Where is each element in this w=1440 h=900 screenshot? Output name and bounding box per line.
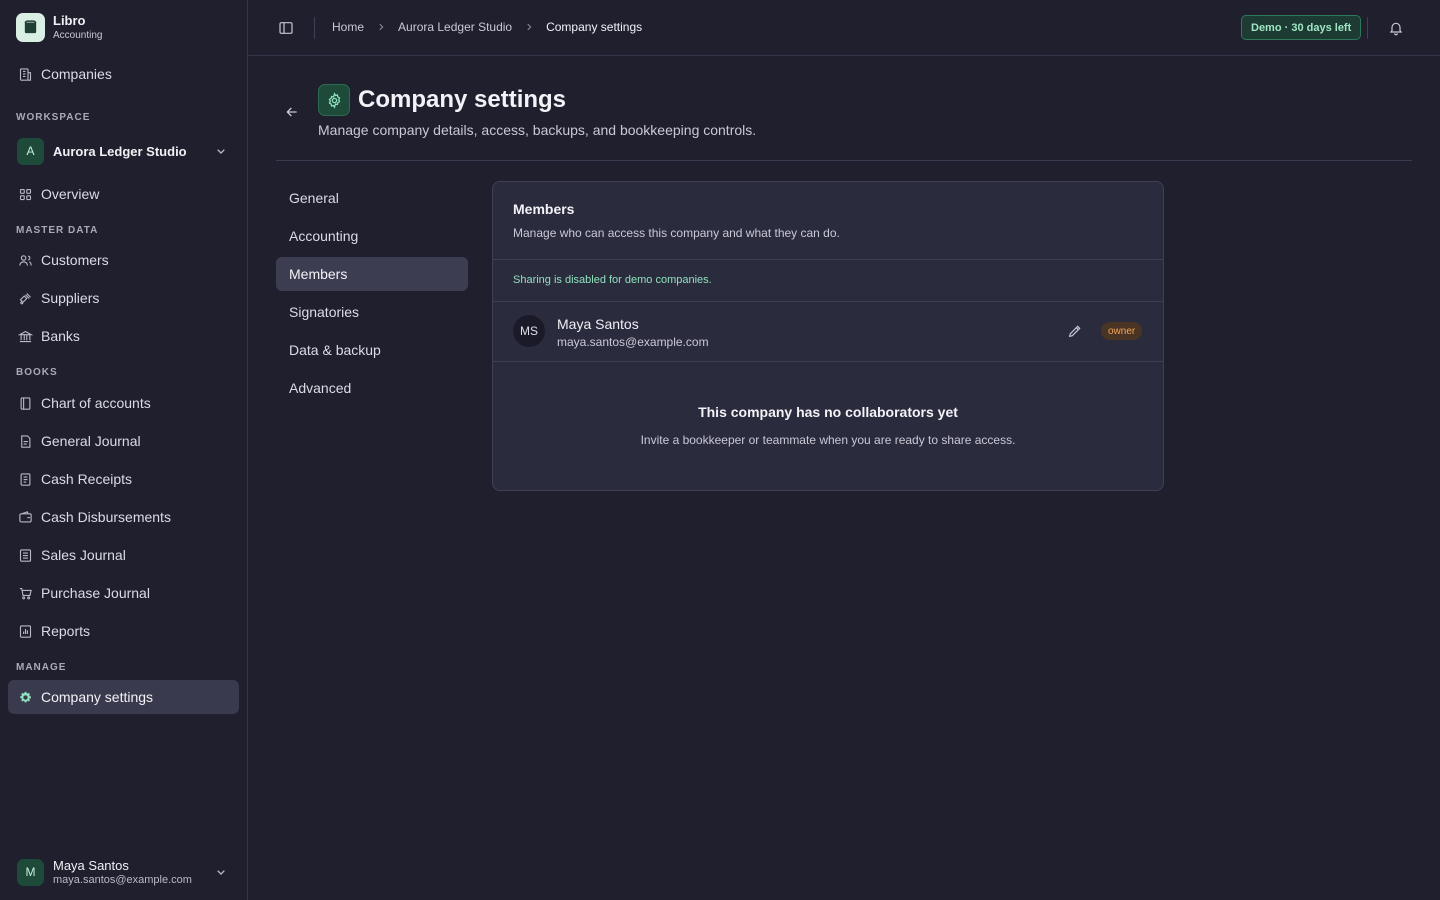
workspace-avatar: A (17, 137, 44, 165)
chevron-right-icon (524, 22, 534, 32)
brand[interactable]: Libro Accounting (16, 13, 102, 42)
chevron-down-icon (213, 143, 229, 159)
divider (1367, 17, 1368, 39)
sidebar-item-general-journal[interactable]: General Journal (8, 424, 239, 458)
sidebar-item-companies[interactable]: Companies (8, 57, 239, 91)
divider (276, 160, 1412, 161)
sidebar-item-customers[interactable]: Customers (8, 243, 239, 277)
truck-icon (17, 290, 33, 306)
sidebar: Libro Accounting Companies WORKSPACE A A… (0, 0, 248, 900)
sharing-notice: Sharing is disabled for demo companies. (493, 260, 1163, 302)
empty-state-title: This company has no collaborators yet (698, 404, 958, 420)
sidebar-item-company-settings[interactable]: Company settings (8, 680, 239, 714)
settings-tab-members[interactable]: Members (276, 257, 468, 291)
divider (314, 17, 315, 39)
demo-badge[interactable]: Demo · 30 days left (1241, 15, 1362, 40)
settings-tab-data-backup[interactable]: Data & backup (276, 333, 468, 367)
gear-icon (17, 689, 33, 705)
sidebar-item-label: Cash Receipts (41, 471, 133, 487)
list-icon (17, 547, 33, 563)
settings-tab-general[interactable]: General (276, 181, 468, 215)
sidebar-item-label: Overview (41, 186, 100, 202)
journal-icon (17, 433, 33, 449)
pencil-icon[interactable] (1067, 323, 1083, 339)
member-avatar: MS (513, 315, 545, 347)
card-description: Manage who can access this company and w… (513, 226, 840, 240)
wallet-icon (17, 509, 33, 525)
breadcrumb-home[interactable]: Home (332, 20, 364, 34)
sidebar-item-banks[interactable]: Banks (8, 319, 239, 353)
section-label-books: BOOKS (16, 367, 58, 378)
chevron-right-icon (376, 22, 386, 32)
avatar: M (17, 858, 44, 886)
members-card: Members Manage who can access this compa… (492, 181, 1164, 491)
book-icon (17, 395, 33, 411)
chevron-down-icon (213, 864, 229, 880)
workspace-name: Aurora Ledger Studio (53, 143, 187, 159)
member-row: MS Maya Santos maya.santos@example.com o… (493, 302, 1163, 362)
page-subtitle: Manage company details, access, backups,… (318, 122, 757, 138)
page-title: Company settings (358, 86, 567, 113)
topbar: Home Aurora Ledger Studio Company settin… (248, 0, 1440, 56)
breadcrumb-company[interactable]: Aurora Ledger Studio (398, 20, 512, 34)
sidebar-item-chart-of-accounts[interactable]: Chart of accounts (8, 386, 239, 420)
building-icon (17, 66, 33, 82)
sidebar-item-label: Customers (41, 252, 109, 268)
section-label-master-data: MASTER DATA (16, 225, 99, 236)
sidebar-item-label: Companies (41, 66, 112, 82)
sidebar-item-reports[interactable]: Reports (8, 614, 239, 648)
sidebar-item-label: Banks (41, 328, 80, 344)
sidebar-item-cash-disbursements[interactable]: Cash Disbursements (8, 500, 239, 534)
bank-icon (17, 328, 33, 344)
sidebar-toggle-icon[interactable] (278, 20, 294, 36)
sidebar-item-label: Chart of accounts (41, 395, 151, 411)
sidebar-item-label: Sales Journal (41, 547, 126, 563)
settings-gear-icon (318, 84, 350, 116)
user-menu[interactable]: M Maya Santos maya.santos@example.com (8, 852, 239, 892)
workspace-switcher[interactable]: A Aurora Ledger Studio (8, 134, 239, 168)
breadcrumb-current: Company settings (546, 20, 643, 34)
back-arrow-icon[interactable] (284, 104, 300, 120)
libro-logo-icon (16, 13, 45, 42)
sidebar-item-label: Reports (41, 623, 91, 639)
grid-icon (17, 186, 33, 202)
settings-tab-accounting[interactable]: Accounting (276, 219, 468, 253)
brand-subtitle: Accounting (53, 30, 103, 41)
users-icon (17, 252, 33, 268)
section-label-manage: MANAGE (16, 662, 67, 673)
settings-tab-advanced[interactable]: Advanced (276, 371, 468, 405)
sidebar-item-label: Cash Disbursements (41, 509, 171, 525)
sidebar-item-suppliers[interactable]: Suppliers (8, 281, 239, 315)
section-label-workspace: WORKSPACE (16, 112, 91, 123)
breadcrumb: Home Aurora Ledger Studio Company settin… (332, 20, 642, 34)
notice-text: Sharing is disabled for demo companies. (513, 274, 712, 286)
user-email: maya.santos@example.com (53, 873, 192, 886)
card-header: Members Manage who can access this compa… (493, 182, 1163, 260)
settings-tab-signatories[interactable]: Signatories (276, 295, 468, 329)
member-email: maya.santos@example.com (557, 335, 709, 349)
sidebar-item-overview[interactable]: Overview (8, 177, 239, 211)
user-name: Maya Santos (53, 857, 129, 873)
card-title: Members (513, 201, 575, 217)
cart-icon (17, 585, 33, 601)
sidebar-item-cash-receipts[interactable]: Cash Receipts (8, 462, 239, 496)
role-badge: owner (1101, 322, 1143, 340)
sidebar-item-sales-journal[interactable]: Sales Journal (8, 538, 239, 572)
receipt-icon (17, 471, 33, 487)
sidebar-item-label: Company settings (41, 689, 154, 705)
member-name: Maya Santos (557, 316, 639, 332)
sidebar-item-purchase-journal[interactable]: Purchase Journal (8, 576, 239, 610)
sidebar-item-label: General Journal (41, 433, 141, 449)
chart-icon (17, 623, 33, 639)
brand-name: Libro (53, 13, 86, 28)
bell-icon[interactable] (1388, 20, 1404, 36)
sidebar-item-label: Suppliers (41, 290, 100, 306)
sidebar-item-label: Purchase Journal (41, 585, 150, 601)
empty-state-description: Invite a bookkeeper or teammate when you… (640, 433, 1016, 447)
